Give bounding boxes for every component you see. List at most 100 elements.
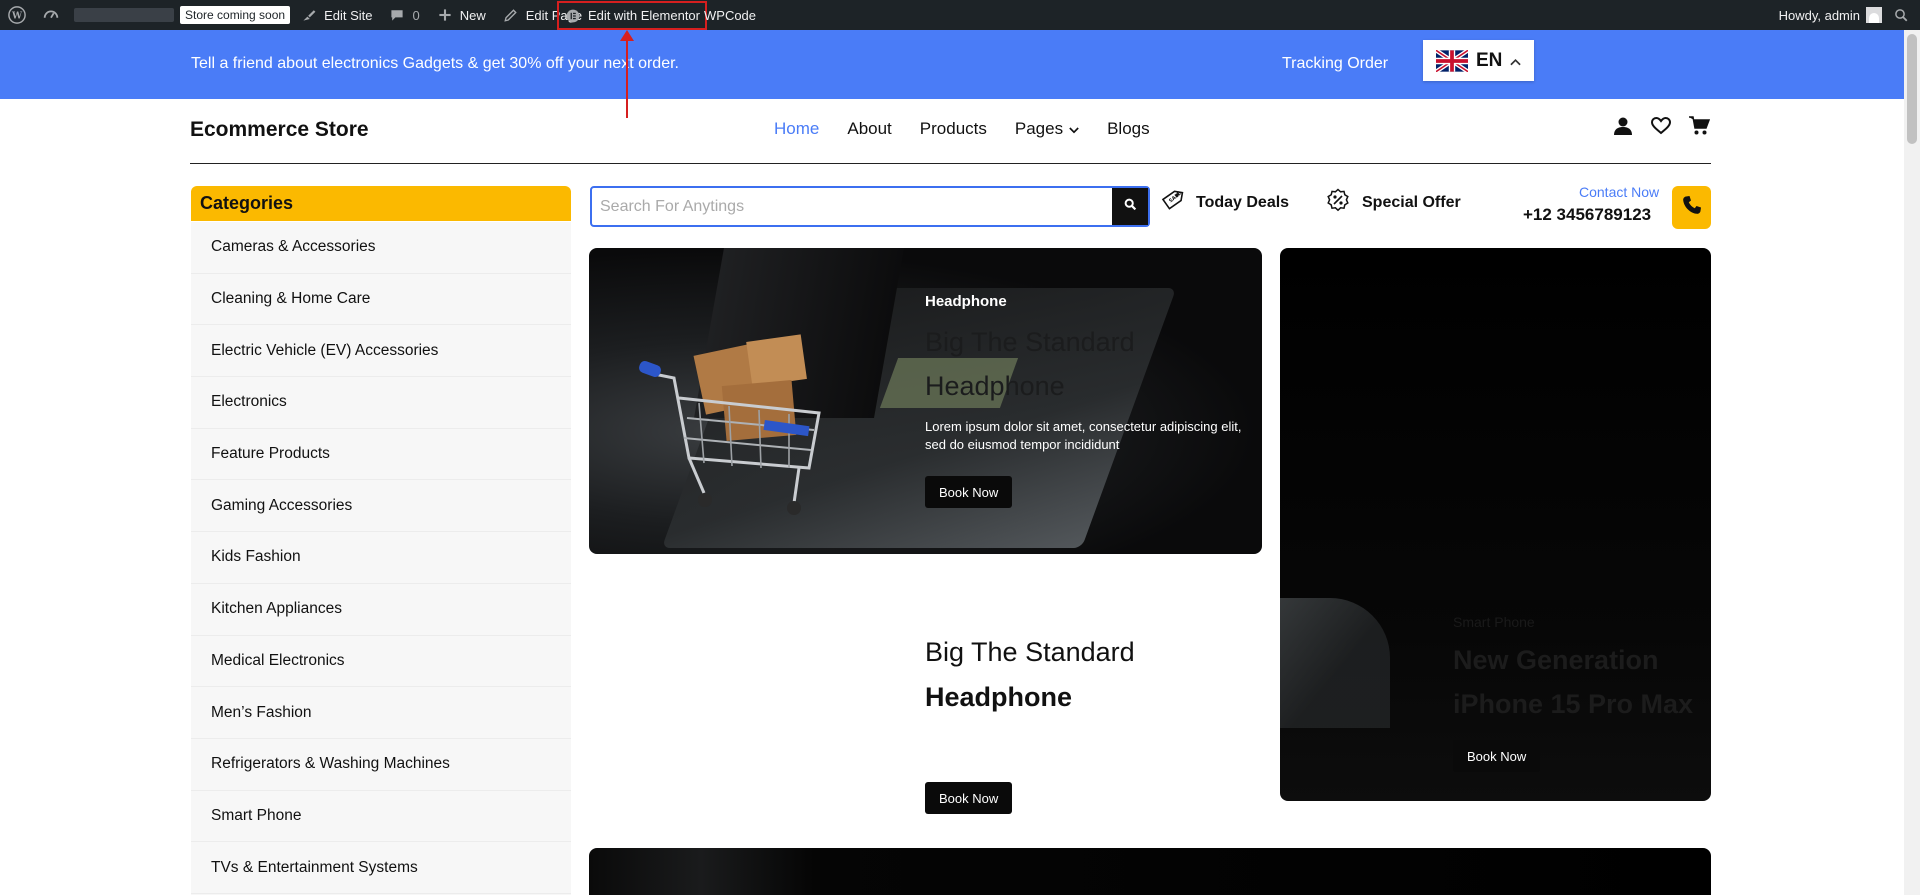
category-item[interactable]: Gaming Accessories	[191, 480, 571, 533]
chevron-up-icon	[1510, 50, 1522, 72]
comments-button[interactable]: 0	[380, 0, 427, 30]
chevron-down-icon	[1069, 119, 1079, 139]
site-name-blurred[interactable]	[74, 8, 174, 22]
tracking-order-link[interactable]: Tracking Order	[1282, 55, 1388, 73]
edit-with-elementor-label: Edit with Elementor	[588, 8, 700, 23]
contact-number[interactable]: +12 3456789123	[1523, 205, 1651, 225]
annotation-arrow-head	[620, 30, 634, 41]
banner3-book-now-button[interactable]: Book Now	[1453, 740, 1541, 772]
search-box	[590, 186, 1150, 227]
special-offer-label: Special Offer	[1362, 193, 1461, 211]
search-input[interactable]	[592, 188, 1112, 225]
contact-now-label: Contact Now	[1579, 184, 1660, 200]
comment-icon	[388, 6, 406, 24]
wordpress-icon: W	[8, 6, 26, 24]
edit-with-elementor-button[interactable]: Edit with Elementor	[557, 1, 707, 30]
category-item[interactable]: Electronics	[191, 377, 571, 429]
pencil-icon	[502, 6, 520, 24]
category-item[interactable]: Kitchen Appliances	[191, 584, 571, 636]
category-item[interactable]: Electric Vehicle (EV) Accessories	[191, 325, 571, 378]
category-item[interactable]: Feature Products	[191, 429, 571, 481]
brush-icon	[300, 6, 318, 24]
banner2-book-now-button[interactable]: Book Now	[925, 782, 1013, 814]
nav-pages-label: Pages	[1014, 119, 1064, 138]
banner1-title-line1: Big The Standard	[925, 327, 1135, 357]
howdy-label: Howdy, admin	[1778, 7, 1860, 23]
admin-bar: W Store coming soon Edit Site 0 New Edit…	[0, 0, 1920, 30]
search-button[interactable]	[1112, 188, 1148, 225]
comments-count: 0	[412, 7, 420, 23]
nav-home[interactable]: Home	[774, 119, 819, 139]
cart-icon[interactable]	[1688, 115, 1710, 137]
laptop-image	[1280, 598, 1390, 728]
shopping-cart-image	[639, 334, 821, 515]
banner3-subtitle: Smart Phone	[1453, 614, 1535, 630]
wordpress-logo-button[interactable]: W	[0, 0, 34, 30]
special-offer-link[interactable]: Special Offer	[1326, 188, 1461, 217]
avatar	[1866, 7, 1882, 23]
page-scrollbar[interactable]	[1904, 30, 1920, 895]
new-content-button[interactable]: New	[428, 0, 494, 30]
search-icon	[1124, 198, 1137, 216]
plus-icon	[436, 6, 454, 24]
category-item[interactable]: Cleaning & Home Care	[191, 274, 571, 326]
elementor-icon	[564, 7, 582, 25]
user-icon[interactable]	[1612, 115, 1634, 137]
edit-site-button[interactable]: Edit Site	[292, 0, 380, 30]
price-tag-icon: SALE	[1160, 188, 1184, 217]
category-item[interactable]: Men’s Fashion	[191, 687, 571, 739]
promo-banner-bottom	[589, 848, 1711, 895]
phone-button[interactable]	[1672, 186, 1711, 229]
svg-text:W: W	[11, 12, 23, 22]
banner1-subtitle: Headphone	[925, 293, 1007, 310]
account-menu[interactable]: Howdy, admin	[1779, 0, 1882, 30]
category-item[interactable]: Smart Phone	[191, 791, 571, 843]
new-label: New	[459, 7, 486, 23]
discount-badge-icon	[1326, 188, 1350, 217]
header-icons	[1612, 115, 1710, 137]
edit-site-label: Edit Site	[324, 7, 373, 23]
banner2-title: Big The Standard Headphone	[925, 630, 1135, 720]
wpcode-label: WPCode	[704, 7, 757, 23]
category-item[interactable]: Kids Fashion	[191, 532, 571, 584]
header-divider	[190, 163, 1711, 164]
category-item[interactable]: Cameras & Accessories	[191, 222, 571, 274]
wpcode-button[interactable]: WPCode	[696, 0, 764, 30]
categories-heading: Categories	[191, 186, 571, 221]
language-selector[interactable]: EN	[1423, 40, 1534, 81]
banner1-title-line2: Headphone	[925, 371, 1065, 401]
banner3-title: New Generation iPhone 15 Pro Max	[1453, 638, 1693, 726]
admin-bar-right: Howdy, admin	[1779, 0, 1910, 30]
language-label: EN	[1476, 49, 1503, 71]
category-item[interactable]: Medical Electronics	[191, 636, 571, 688]
banner3-title-line1: New Generation	[1453, 645, 1659, 675]
banner1-description: Lorem ipsum dolor sit amet, consectetur …	[925, 419, 1242, 452]
main-nav: Home About Products Pages Blogs	[774, 119, 1150, 139]
promo-bar: Tell a friend about electronics Gadgets …	[0, 30, 1904, 99]
phone-icon	[1682, 195, 1702, 220]
banner2-title-line1: Big The Standard	[925, 637, 1135, 667]
category-item[interactable]: TVs & Entertainment Systems	[191, 842, 571, 894]
scrollbar-thumb[interactable]	[1907, 34, 1917, 144]
heart-icon[interactable]	[1650, 115, 1672, 137]
nav-pages[interactable]: Pages	[1015, 119, 1079, 139]
nav-about[interactable]: About	[847, 119, 891, 139]
category-item[interactable]: Refrigerators & Washing Machines	[191, 739, 571, 791]
dashboard-icon	[42, 6, 60, 24]
nav-products[interactable]: Products	[920, 119, 987, 139]
banner1-title: Big The Standard Headphone	[925, 320, 1135, 408]
store-coming-soon-badge[interactable]: Store coming soon	[180, 6, 291, 24]
banner1-book-now-button[interactable]: Book Now	[925, 476, 1013, 508]
hero-banner-iphone: Smart Phone New Generation iPhone 15 Pro…	[1280, 248, 1711, 801]
uk-flag-icon	[1434, 48, 1470, 73]
dashboard-button[interactable]	[34, 0, 68, 30]
banner2-title-line2: Headphone	[925, 682, 1073, 712]
site-logo[interactable]: Ecommerce Store	[190, 118, 369, 142]
banner3-title-line2: iPhone 15 Pro Max	[1453, 689, 1694, 719]
hero-banner-headphone: Headphone Big The Standard Headphone Lor…	[589, 248, 1262, 554]
today-deals-link[interactable]: SALE Today Deals	[1160, 188, 1289, 217]
today-deals-label: Today Deals	[1196, 193, 1290, 211]
admin-search-icon[interactable]	[1892, 6, 1910, 24]
nav-blogs[interactable]: Blogs	[1107, 119, 1150, 139]
promo-text: Tell a friend about electronics Gadgets …	[191, 55, 679, 72]
